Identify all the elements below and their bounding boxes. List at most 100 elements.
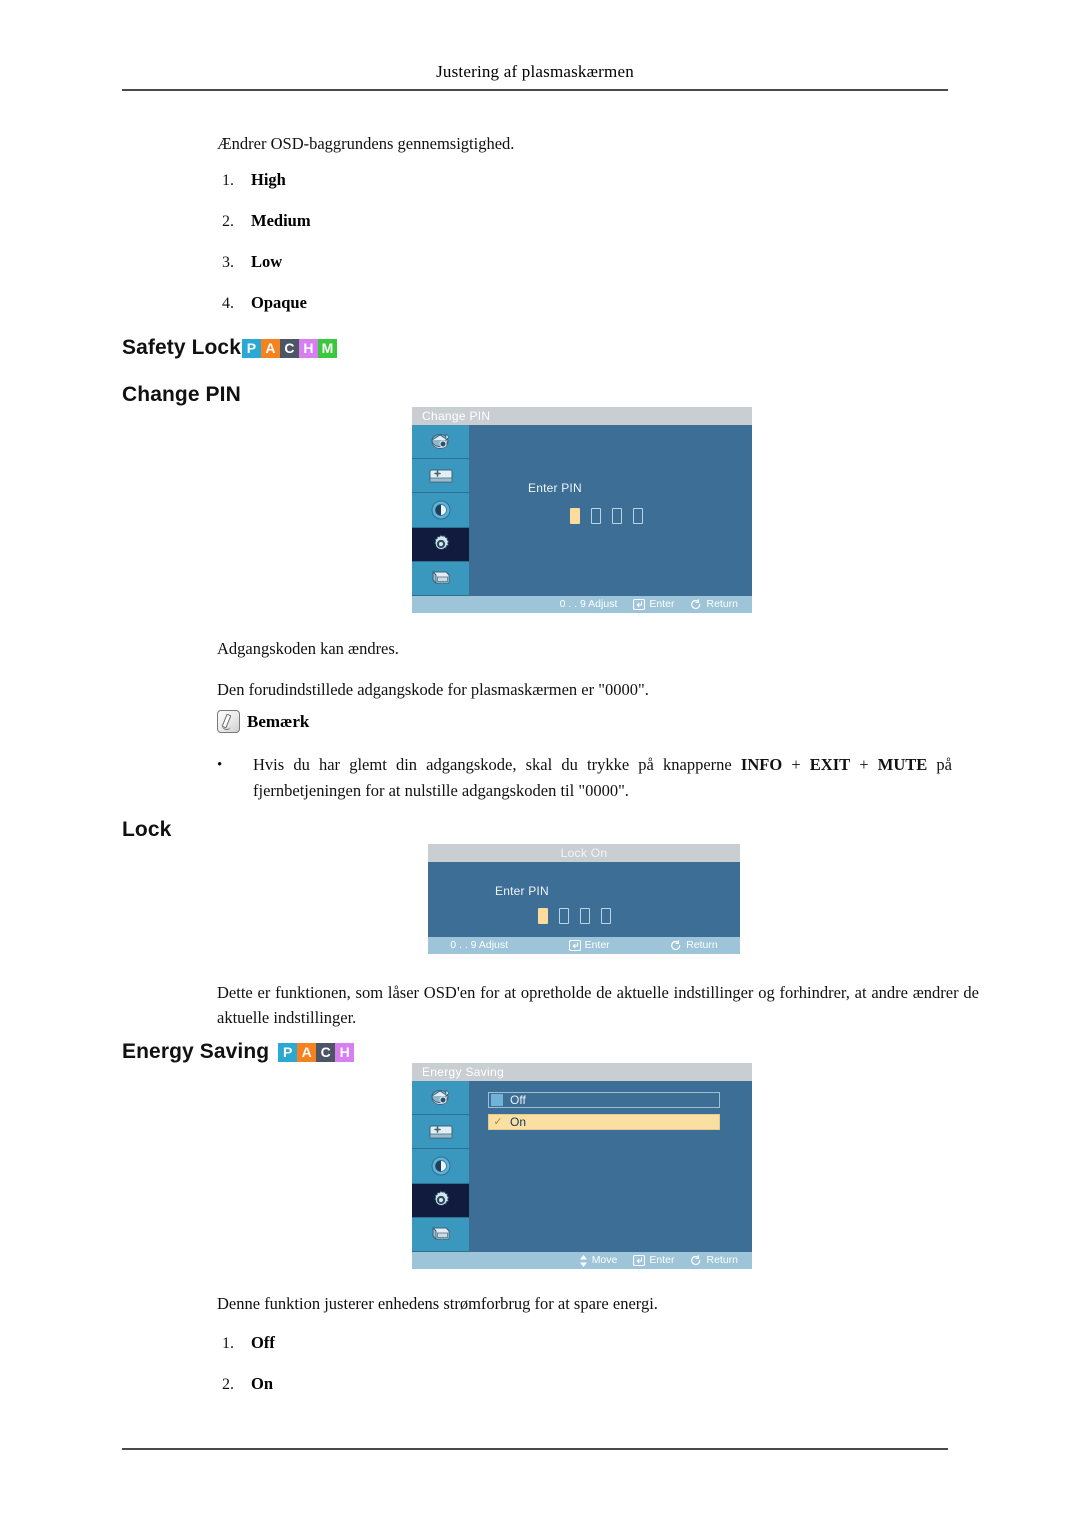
footer-divider [122, 1448, 948, 1450]
badge-a: A [297, 1042, 317, 1062]
setup-gear-icon[interactable] [412, 1183, 469, 1218]
model-badges-safety-lock: P A C H M [241, 338, 337, 358]
color-tone-icon[interactable] [412, 493, 469, 528]
energy-saving-paragraph: Denne funktion justerer enhedens strømfo… [217, 1294, 658, 1313]
multi-control-icon[interactable] [412, 1217, 469, 1253]
osd-change-pin: Change PIN Enter PIN 0 . . 9 Adjust Ente… [412, 407, 752, 613]
option-on-label: On [510, 1115, 527, 1129]
input-source-icon[interactable] [412, 425, 469, 460]
page-running-header: Justering af plasmaskærmen [436, 62, 634, 81]
picture-adjust-icon-glyph [429, 1125, 452, 1139]
list-item-number: 2. [222, 213, 234, 230]
footer-return-hint: Return [690, 599, 738, 610]
osd-transparency-intro: Ændrer OSD-baggrundens gennemsigtighed. [217, 134, 515, 153]
color-tone-icon[interactable] [412, 1149, 469, 1184]
footer-enter-hint: Enter [633, 598, 675, 611]
list-item-number: 2. [222, 1376, 234, 1393]
osd-footer: 0 . . 9 Adjust Enter Return [412, 596, 752, 613]
return-icon [690, 599, 702, 610]
key-mute: MUTE [877, 755, 928, 774]
picture-adjust-icon[interactable] [412, 459, 469, 494]
badge-c: C [316, 1042, 336, 1062]
pin-box-1[interactable] [570, 508, 580, 524]
footer-enter-label: Enter [649, 598, 675, 611]
color-tone-icon-glyph [431, 1156, 450, 1176]
osd-title-bar: Change PIN [412, 407, 752, 425]
osd-title-bar: Energy Saving [412, 1063, 752, 1081]
list-item-label: Off [251, 1333, 275, 1352]
osd-content: Enter PIN [412, 425, 752, 597]
pin-box-1[interactable] [538, 908, 548, 924]
osd-energy-saving: Energy Saving Off ✓ On Move Enter Return [412, 1063, 752, 1269]
footer-adjust-label: 0 . . 9 Adjust [559, 598, 618, 611]
move-updown-icon [579, 1254, 588, 1267]
input-source-icon-glyph [431, 432, 450, 449]
change-pin-paragraph-1: Adgangskoden kan ændres. [217, 639, 399, 658]
list-item-number: 3. [222, 254, 234, 271]
note-pen-icon [217, 710, 240, 733]
heading-safety-lock-text: Safety Lock [122, 336, 241, 359]
enter-key-icon [633, 598, 646, 611]
option-row-on[interactable]: ✓ On [488, 1114, 720, 1130]
pin-box-3[interactable] [612, 508, 622, 524]
pin-box-4[interactable] [633, 508, 643, 524]
heading-energy-saving: Energy Saving P A C H [122, 1040, 355, 1064]
pin-entry-boxes[interactable] [570, 508, 643, 524]
picture-adjust-icon[interactable] [412, 1115, 469, 1150]
note-heading-label: Bemærk [247, 711, 310, 731]
enter-key-icon [568, 939, 581, 952]
pin-box-2[interactable] [591, 508, 601, 524]
heading-change-pin-text: Change PIN [122, 383, 241, 406]
heading-lock: Lock [122, 818, 171, 842]
badge-h: H [298, 338, 318, 358]
change-pin-paragraph-2: Den forudindstillede adgangskode for pla… [217, 680, 649, 699]
setup-gear-icon[interactable] [412, 527, 469, 562]
heading-energy-saving-text: Energy Saving [122, 1040, 270, 1063]
footer-return-label: Return [686, 939, 718, 952]
input-source-icon[interactable] [412, 1081, 469, 1116]
return-icon [670, 940, 682, 951]
heading-change-pin: Change PIN [122, 383, 241, 407]
pin-box-2[interactable] [559, 908, 569, 924]
list-item: 1. High [200, 170, 311, 211]
footer-adjust-hint: 0 . . 9 Adjust [560, 599, 618, 610]
footer-enter-hint: Enter [568, 939, 610, 952]
list-item-label: Medium [251, 211, 311, 230]
pin-entry-boxes[interactable] [538, 908, 611, 924]
color-tone-icon-glyph [431, 500, 450, 520]
badge-m: M [317, 338, 337, 358]
option-row-off[interactable]: Off [488, 1092, 720, 1108]
heading-safety-lock: Safety Lock P A C H M [122, 336, 337, 360]
footer-enter-label: Enter [649, 1254, 675, 1267]
model-badges-energy-saving: P A C H [278, 1042, 355, 1062]
multi-control-icon[interactable] [412, 561, 469, 597]
note-bullet: • Hvis du har glemt din adgangskode, ska… [217, 752, 952, 804]
osd-title-bar: Lock On [428, 844, 740, 862]
transparency-options-list: 1. High 2. Medium 3. Low 4. Opaque [200, 170, 311, 334]
osd-sidebar [412, 425, 469, 597]
pin-box-3[interactable] [580, 908, 590, 924]
osd-main-panel: Enter PIN [428, 862, 740, 937]
badge-c: C [279, 338, 299, 358]
multi-control-icon-glyph [432, 571, 449, 585]
list-item: 1. Off [200, 1333, 275, 1374]
bullet-marker: • [217, 757, 223, 773]
bullet-sep-1: + [782, 755, 810, 774]
list-item: 4. Opaque [200, 293, 311, 334]
enter-pin-label: Enter PIN [495, 884, 549, 898]
osd-sidebar [412, 1081, 469, 1253]
note-bullet-text: Hvis du har glemt din adgangskode, skal … [253, 752, 952, 804]
footer-return-hint: Return [670, 940, 718, 951]
multi-control-icon-glyph [432, 1227, 449, 1241]
key-exit: EXIT [809, 755, 851, 774]
list-item-label: On [251, 1374, 274, 1393]
footer-enter-hint: Enter [633, 1254, 675, 1267]
list-item-number: 1. [222, 1335, 234, 1352]
footer-adjust-hint: 0 . . 9 Adjust [450, 940, 508, 951]
option-off-label: Off [510, 1093, 526, 1107]
list-item-label: Opaque [251, 293, 307, 312]
pin-box-4[interactable] [601, 908, 611, 924]
footer-move-label: Move [591, 1254, 618, 1267]
option-off-swatch [491, 1094, 503, 1106]
energy-saving-options-list: 1. Off 2. On [200, 1333, 275, 1415]
